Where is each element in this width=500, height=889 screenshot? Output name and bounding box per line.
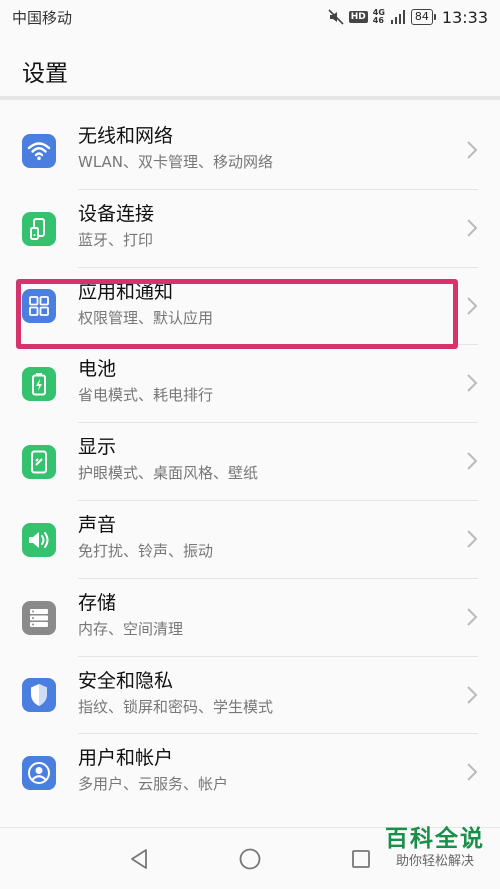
user-icon bbox=[22, 756, 56, 791]
item-title: 用户和帐户 bbox=[78, 747, 174, 770]
battery-icon bbox=[22, 367, 56, 402]
watermark: 百科全说 助你轻松解决 bbox=[376, 825, 494, 881]
settings-item-users-accounts[interactable]: 用户和帐户 多用户、云服务、帐户 bbox=[0, 734, 500, 812]
settings-item-sound[interactable]: 声音 免打扰、铃声、振动 bbox=[0, 501, 500, 579]
item-title: 设备连接 bbox=[78, 202, 155, 225]
item-title: 电池 bbox=[78, 358, 117, 381]
item-subtitle: 多用户、云服务、帐户 bbox=[78, 775, 229, 794]
item-title: 存储 bbox=[78, 591, 117, 614]
carrier-label: 中国移动 bbox=[12, 8, 73, 27]
mute-icon bbox=[328, 9, 344, 25]
watermark-title: 百科全说 bbox=[385, 826, 485, 852]
back-icon bbox=[131, 849, 147, 869]
chevron-right-icon bbox=[467, 763, 478, 782]
item-subtitle: 蓝牙、打印 bbox=[78, 230, 154, 249]
settings-item-device-connection[interactable]: 设备连接 蓝牙、打印 bbox=[0, 190, 500, 268]
item-subtitle: 免打扰、铃声、振动 bbox=[78, 541, 214, 560]
item-subtitle: 指纹、锁屏和密码、学生模式 bbox=[78, 697, 274, 716]
chevron-right-icon bbox=[467, 296, 478, 315]
page-title: 设置 bbox=[22, 61, 68, 87]
chevron-right-icon bbox=[467, 452, 478, 470]
item-title: 声音 bbox=[78, 513, 117, 536]
settings-list: 无线和网络 WLAN、双卡管理、移动网络 设备连接 蓝牙、打印 应用和通知 权限… bbox=[0, 112, 500, 812]
item-title: 安全和隐私 bbox=[78, 669, 174, 692]
chevron-right-icon bbox=[467, 374, 478, 393]
recents-button[interactable] bbox=[350, 848, 372, 870]
home-button[interactable] bbox=[239, 848, 261, 870]
item-title: 显示 bbox=[78, 436, 117, 459]
clock: 13:33 bbox=[441, 7, 488, 27]
settings-item-battery[interactable]: 电池 省电模式、耗电排行 bbox=[0, 345, 500, 424]
signal-icon bbox=[390, 10, 406, 24]
home-icon bbox=[239, 848, 261, 870]
settings-item-wireless-network[interactable]: 无线和网络 WLAN、双卡管理、移动网络 bbox=[0, 112, 500, 190]
chevron-right-icon bbox=[467, 685, 478, 704]
hd-icon: HD bbox=[348, 11, 368, 23]
watermark-subtitle: 助你轻松解决 bbox=[395, 854, 474, 869]
display-icon bbox=[22, 445, 56, 480]
header: 设置 bbox=[0, 34, 500, 98]
storage-icon bbox=[22, 600, 56, 635]
header-divider bbox=[0, 96, 500, 100]
settings-item-security-privacy[interactable]: 安全和隐私 指纹、锁屏和密码、学生模式 bbox=[0, 657, 500, 735]
item-subtitle: 权限管理、默认应用 bbox=[78, 308, 214, 327]
item-subtitle: 护眼模式、桌面风格、壁纸 bbox=[78, 464, 259, 483]
status-icons: HD 4G 46 84 13:33 bbox=[328, 8, 488, 27]
item-subtitle: 内存、空间清理 bbox=[78, 619, 184, 638]
settings-item-apps-notifications[interactable]: 应用和通知 权限管理、默认应用 bbox=[0, 268, 500, 346]
network-type-icon: 4G 46 bbox=[373, 9, 385, 25]
item-title: 无线和网络 bbox=[78, 125, 174, 147]
wifi-icon bbox=[22, 133, 56, 168]
sound-icon bbox=[22, 522, 56, 557]
status-bar: 中国移动 HD 4G 46 84 13:33 bbox=[0, 0, 500, 34]
chevron-right-icon bbox=[467, 141, 478, 159]
recents-icon bbox=[352, 850, 370, 868]
device-connect-icon bbox=[22, 211, 56, 246]
chevron-right-icon bbox=[467, 219, 478, 237]
battery-level: 84 bbox=[410, 9, 436, 25]
shield-icon bbox=[22, 678, 56, 713]
item-subtitle: 省电模式、耗电排行 bbox=[78, 386, 214, 405]
back-button[interactable] bbox=[128, 848, 150, 870]
apps-icon bbox=[22, 289, 56, 324]
chevron-right-icon bbox=[467, 530, 478, 548]
item-title: 应用和通知 bbox=[78, 280, 174, 303]
network-type-bottom: 46 bbox=[372, 16, 384, 25]
item-subtitle: WLAN、双卡管理、移动网络 bbox=[78, 153, 274, 171]
settings-item-storage[interactable]: 存储 内存、空间清理 bbox=[0, 579, 500, 657]
chevron-right-icon bbox=[467, 608, 478, 626]
settings-item-display[interactable]: 显示 护眼模式、桌面风格、壁纸 bbox=[0, 423, 500, 501]
